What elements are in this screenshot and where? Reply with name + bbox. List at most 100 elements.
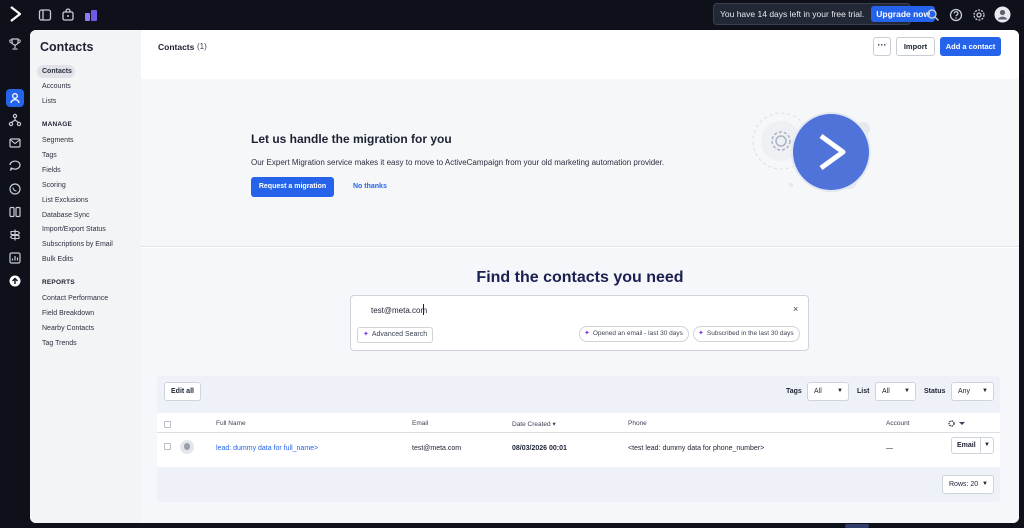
- contact-phone: <test lead: dummy data for phone_number>: [628, 445, 765, 452]
- sidebar-item-import-export-status[interactable]: Import/Export Status: [42, 226, 106, 233]
- trial-banner: You have 14 days left in your free trial…: [713, 3, 936, 25]
- button-divider: [980, 438, 981, 453]
- tags-filter-select[interactable]: All ▼: [807, 382, 849, 401]
- column-header-email[interactable]: Email: [412, 420, 428, 427]
- list-filter-select[interactable]: All ▼: [875, 382, 916, 401]
- deals-signpost-icon[interactable]: [8, 228, 22, 242]
- sidebar-item-bulk-edits[interactable]: Bulk Edits: [42, 256, 73, 263]
- sidebar-item-fields[interactable]: Fields: [42, 167, 61, 174]
- activecampaign-logo-icon[interactable]: [9, 6, 21, 22]
- apps-icon[interactable]: [84, 8, 98, 22]
- sidebar-item-nearby-contacts[interactable]: Nearby Contacts: [42, 325, 94, 332]
- app-panel: Contacts Contacts Accounts Lists MANAGE …: [30, 30, 1019, 523]
- suggestion-chip-subscribed[interactable]: ✦ Subscribed in the last 30 days: [693, 326, 800, 342]
- sidebar-item-database-sync[interactable]: Database Sync: [42, 212, 89, 219]
- upgrade-arrow-icon[interactable]: [8, 274, 22, 288]
- sparkle-icon: ✦: [584, 330, 590, 337]
- contact-date-created: 08/03/2026 00:01: [512, 445, 567, 452]
- suggestion-chip-opened-email[interactable]: ✦ Opened an email - last 30 days: [579, 326, 689, 342]
- chevron-down-icon[interactable]: ▼: [984, 438, 990, 453]
- chevron-down-icon: ▼: [837, 388, 843, 394]
- rows-per-page-select[interactable]: Rows: 20 ▼: [942, 475, 994, 494]
- edit-all-button[interactable]: Edit all: [164, 382, 201, 401]
- sidebar-toggle-icon[interactable]: [38, 8, 52, 22]
- column-settings-gear-icon[interactable]: [947, 419, 967, 428]
- bottom-indicator: [845, 524, 869, 528]
- sparkle-icon: ✦: [363, 331, 369, 338]
- chip-label: Opened an email - last 30 days: [592, 330, 683, 337]
- sidebar-item-field-breakdown[interactable]: Field Breakdown: [42, 310, 94, 317]
- campaigns-email-icon[interactable]: [8, 136, 22, 150]
- sort-desc-icon: ▾: [552, 421, 556, 428]
- contact-search-box[interactable]: test@meta.com × ✦ Advanced Search ✦ Opened…: [350, 295, 809, 351]
- sidebar-title: Contacts: [40, 40, 94, 54]
- sidebar-item-scoring[interactable]: Scoring: [42, 182, 66, 189]
- store-icon[interactable]: [61, 8, 75, 22]
- sidebar-item-segments[interactable]: Segments: [42, 137, 74, 144]
- more-options-button[interactable]: ···: [873, 37, 891, 56]
- migration-illustration: [752, 112, 871, 192]
- row-checkbox[interactable]: [164, 443, 171, 450]
- migration-title: Let us handle the migration for you: [251, 132, 452, 146]
- conversations-icon[interactable]: [8, 159, 22, 173]
- page-title: Contacts: [158, 42, 195, 52]
- sidebar-item-tags[interactable]: Tags: [42, 152, 57, 159]
- list-filter-value: All: [882, 388, 890, 395]
- text-caret: [423, 304, 424, 315]
- column-header-phone[interactable]: Phone: [628, 420, 647, 427]
- chevron-down-icon: ▼: [982, 481, 988, 487]
- sidebar-item-tag-trends[interactable]: Tag Trends: [42, 340, 77, 347]
- email-action-label: Email: [957, 442, 976, 449]
- contact-email: test@meta.com: [412, 445, 462, 452]
- add-contact-button[interactable]: Add a contact: [940, 37, 1001, 56]
- sidebar-item-list-exclusions[interactable]: List Exclusions: [42, 197, 88, 204]
- sidebar-item-contacts[interactable]: Contacts: [42, 68, 72, 75]
- trial-text: You have 14 days left in your free trial…: [720, 9, 865, 19]
- column-header-account[interactable]: Account: [886, 420, 910, 427]
- contact-full-name-link[interactable]: lead: dummy data for full_name>: [216, 445, 318, 452]
- left-rail: [0, 30, 30, 528]
- sidebar-item-contact-performance[interactable]: Contact Performance: [42, 295, 108, 302]
- status-filter-value: Any: [958, 388, 971, 395]
- no-thanks-link[interactable]: No thanks: [353, 183, 387, 190]
- contacts-sidebar: Contacts Contacts Accounts Lists MANAGE …: [30, 30, 141, 523]
- status-filter-select[interactable]: Any ▼: [951, 382, 994, 401]
- main-content: Contacts (1) ··· Import Add a contact Le…: [141, 30, 1019, 523]
- contacts-table: Full Name Email Date Created ▾ Phone Acc…: [157, 413, 1000, 467]
- chevron-down-icon: ▼: [904, 388, 910, 394]
- help-icon[interactable]: [949, 8, 963, 22]
- date-created-label: Date Created: [512, 421, 551, 428]
- contact-count: (1): [197, 42, 207, 51]
- user-avatar-icon[interactable]: [994, 6, 1011, 23]
- column-header-full-name[interactable]: Full Name: [216, 420, 246, 427]
- search-input[interactable]: test@meta.com: [371, 306, 427, 315]
- contacts-icon[interactable]: [8, 91, 22, 105]
- migration-description: Our Expert Migration service makes it ea…: [251, 158, 665, 167]
- sidebar-item-subscriptions-by-email[interactable]: Subscriptions by Email: [42, 241, 113, 248]
- whatsapp-icon[interactable]: [8, 182, 22, 196]
- select-all-checkbox[interactable]: [164, 421, 171, 428]
- automations-icon[interactable]: [8, 113, 22, 127]
- sidebar-item-accounts[interactable]: Accounts: [42, 83, 71, 90]
- find-contacts-section: Find the contacts you need test@meta.com…: [141, 248, 1019, 523]
- search-icon[interactable]: [926, 8, 940, 22]
- advanced-search-label: Advanced Search: [371, 331, 428, 338]
- reports-icon[interactable]: [8, 251, 22, 265]
- sidebar-item-lists[interactable]: Lists: [42, 98, 56, 105]
- request-migration-button[interactable]: Request a migration: [251, 177, 334, 197]
- trophy-icon[interactable]: [8, 37, 22, 51]
- email-action-button[interactable]: Email ▼: [951, 437, 994, 454]
- sidebar-heading-manage: MANAGE: [42, 121, 73, 128]
- advanced-search-button[interactable]: ✦ Advanced Search: [357, 327, 434, 343]
- clear-search-icon[interactable]: ×: [793, 304, 798, 314]
- pages-icon[interactable]: [8, 205, 22, 219]
- settings-gear-icon[interactable]: [972, 8, 986, 22]
- contacts-table-container: Edit all Tags All ▼ List All ▼ Status Any ▼…: [157, 376, 1000, 502]
- contact-avatar-icon: [180, 440, 194, 454]
- migration-banner: Let us handle the migration for you Our …: [141, 79, 1019, 247]
- import-button[interactable]: Import: [896, 37, 935, 56]
- top-bar: You have 14 days left in your free trial…: [0, 0, 1024, 30]
- column-header-date-created[interactable]: Date Created ▾: [512, 420, 556, 428]
- sidebar-heading-reports: REPORTS: [42, 279, 75, 286]
- find-contacts-title: Find the contacts you need: [476, 269, 684, 286]
